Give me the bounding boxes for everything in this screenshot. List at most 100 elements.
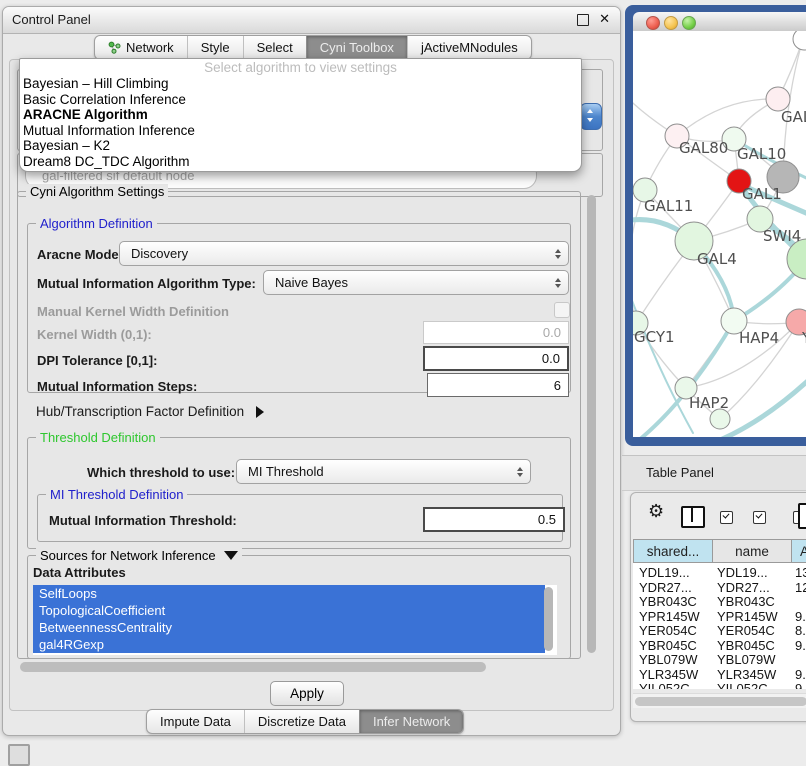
algorithm-dropdown-popup: Select algorithm to view settings Bayesi… xyxy=(19,58,582,172)
tab-infer-network[interactable]: Infer Network xyxy=(359,710,463,733)
table-row[interactable]: YDL19... YDL19... 13 xyxy=(633,565,806,580)
cyni-algorithm-settings-legend: Cyni Algorithm Settings xyxy=(26,184,168,199)
tab-jactivemnodules[interactable]: jActiveMNodules xyxy=(407,36,531,59)
table-panel-title: Table Panel xyxy=(646,465,714,480)
table-body: YDL19... YDL19... 13 YDR27... YDR27... 1… xyxy=(633,563,806,689)
settings-vertical-scrollbar[interactable] xyxy=(587,195,596,653)
table-settings-gear-icon[interactable]: ⚙ xyxy=(648,501,664,522)
hub-definition-toggle[interactable]: Hub/Transcription Factor Definition xyxy=(36,404,264,419)
manual-kernel-checkbox[interactable] xyxy=(554,302,570,318)
which-threshold-label: Which threshold to use: xyxy=(87,465,235,480)
node-label: GAL xyxy=(781,108,806,126)
node-label: GAL1 xyxy=(742,185,782,203)
table-hscrollbar-track[interactable] xyxy=(633,693,806,708)
table-row[interactable]: YER054C YER054C 8. xyxy=(633,623,806,638)
network-icon xyxy=(108,41,121,54)
mi-type-label: Mutual Information Algorithm Type: xyxy=(37,276,256,291)
control-panel-window: Control Panel ✕ Network Style Select Cyn… xyxy=(2,6,621,736)
attribute-item[interactable]: SelfLoops xyxy=(33,585,545,602)
network-window-titlebar[interactable] xyxy=(633,12,806,32)
collapsed-arrow-icon xyxy=(256,406,264,418)
attribute-item[interactable]: BetweennessCentrality xyxy=(33,619,545,636)
node-label: Y xyxy=(801,329,806,347)
dropdown-item[interactable]: Bayesian – K2 xyxy=(20,138,581,154)
float-window-icon[interactable] xyxy=(577,14,589,26)
manual-kernel-label: Manual Kernel Width Definition xyxy=(37,304,229,319)
aracne-mode-label: Aracne Mode: xyxy=(37,247,123,262)
tab-network[interactable]: Network xyxy=(95,36,187,59)
minimize-traffic-light-icon[interactable] xyxy=(664,16,678,30)
network-node[interactable] xyxy=(710,409,730,429)
tab-discretize-data[interactable]: Discretize Data xyxy=(244,710,359,733)
network-canvas[interactable]: GAL GAL80 GAL10 GAL1 SWI4 GAL11 GAL4 GCY… xyxy=(633,31,806,437)
aracne-mode-combo[interactable]: Discovery xyxy=(119,241,569,266)
kernel-width-label: Kernel Width (0,1): xyxy=(37,327,152,342)
new-table-document-icon[interactable] xyxy=(798,503,806,529)
table-row[interactable]: YLR345W YLR345W 9. xyxy=(633,667,806,682)
close-window-icon[interactable]: ✕ xyxy=(599,11,610,27)
dropdown-item[interactable]: Basic Correlation Inference xyxy=(20,92,581,108)
dropdown-item-selected[interactable]: ARACNE Algorithm xyxy=(20,107,581,123)
node-label: HAP2 xyxy=(689,394,729,412)
table-row[interactable]: YIL052C YIL052C 9 xyxy=(633,681,806,689)
mi-steps-field[interactable]: 6 xyxy=(427,373,569,397)
control-panel-tabbar: Network Style Select Cyni Toolbox jActiv… xyxy=(94,35,532,60)
settings-horizontal-scrollbar[interactable] xyxy=(20,662,486,672)
minimized-panel-icon[interactable] xyxy=(8,744,30,766)
sources-legend[interactable]: Sources for Network Inference xyxy=(36,548,242,563)
zoom-traffic-light-icon[interactable] xyxy=(682,16,696,30)
expanded-arrow-icon xyxy=(224,551,238,560)
table-row[interactable]: YBL079W YBL079W xyxy=(633,652,806,667)
close-traffic-light-icon[interactable] xyxy=(646,16,660,30)
tab-network-label: Network xyxy=(126,36,174,59)
mi-type-value: Naive Bayes xyxy=(275,275,348,290)
select-all-checkbox-icon[interactable] xyxy=(720,511,733,524)
attribute-item[interactable]: gal4RGexp xyxy=(33,636,545,653)
mi-threshold-field[interactable]: 0.5 xyxy=(423,507,565,532)
mi-steps-label: Mutual Information Steps: xyxy=(37,379,197,394)
inference-algorithm-combo-fragment[interactable] xyxy=(580,103,602,130)
control-panel-titlebar[interactable]: Control Panel ✕ xyxy=(3,7,620,34)
table-row[interactable]: YDR27... YDR27... 12 xyxy=(633,580,806,595)
tab-cyni-toolbox[interactable]: Cyni Toolbox xyxy=(306,36,407,59)
table-header-row: shared... name A xyxy=(633,539,806,563)
stepper-arrows-icon xyxy=(517,467,523,477)
dropdown-placeholder: Select algorithm to view settings xyxy=(20,59,581,76)
network-window-frame: GAL GAL80 GAL10 GAL1 SWI4 GAL11 GAL4 GCY… xyxy=(625,5,806,446)
attribute-item[interactable]: TopologicalCoefficient xyxy=(33,602,545,619)
kernel-width-field[interactable]: 0.0 xyxy=(423,321,569,344)
tab-style[interactable]: Style xyxy=(187,36,243,59)
mi-type-combo[interactable]: Naive Bayes xyxy=(263,270,569,295)
apply-button[interactable]: Apply xyxy=(270,681,344,706)
dropdown-item[interactable]: Dream8 DC_TDC Algorithm xyxy=(20,154,581,170)
column-header-partial[interactable]: A xyxy=(791,539,806,563)
column-header-shared-name[interactable]: shared... xyxy=(633,539,713,563)
node-label: HAP4 xyxy=(739,329,779,347)
table-panel-header[interactable]: Table Panel xyxy=(622,455,806,491)
table-panel-window: ⚙ shared... name A YDL19... YDL19... 13 … xyxy=(630,492,806,722)
window-title: Control Panel xyxy=(12,12,91,27)
column-header-name[interactable]: name xyxy=(712,539,792,563)
table-row[interactable]: YBR043C YBR043C xyxy=(633,594,806,609)
table-row[interactable]: YPR145W YPR145W 9. xyxy=(633,609,806,624)
dropdown-item[interactable]: Bayesian – Hill Climbing xyxy=(20,76,581,92)
which-threshold-combo[interactable]: MI Threshold xyxy=(236,459,531,484)
node-label: GAL10 xyxy=(737,145,786,163)
dpi-tolerance-field[interactable]: 0.0 xyxy=(423,346,569,371)
table-row[interactable]: YBR045C YBR045C 9. xyxy=(633,638,806,653)
node-label: SWI4 xyxy=(763,227,801,245)
dropdown-item[interactable]: Mutual Information Inference xyxy=(20,123,581,139)
network-node[interactable] xyxy=(793,31,806,50)
data-attributes-list[interactable]: SelfLoops TopologicalCoefficient Between… xyxy=(33,585,557,655)
node-label: GAL4 xyxy=(697,250,737,268)
split-columns-icon[interactable] xyxy=(681,506,705,528)
threshold-definition-legend: Threshold Definition xyxy=(36,430,160,445)
node-label: GAL11 xyxy=(644,197,693,215)
select-all-checkbox-icon[interactable] xyxy=(753,511,766,524)
node-label: GAL80 xyxy=(679,139,728,157)
node-label: GCY1 xyxy=(634,328,675,346)
tab-impute-data[interactable]: Impute Data xyxy=(147,710,244,733)
tab-select[interactable]: Select xyxy=(243,36,306,59)
mi-threshold-label: Mutual Information Threshold: xyxy=(49,513,237,528)
attributes-list-scrollbar[interactable] xyxy=(544,587,553,651)
